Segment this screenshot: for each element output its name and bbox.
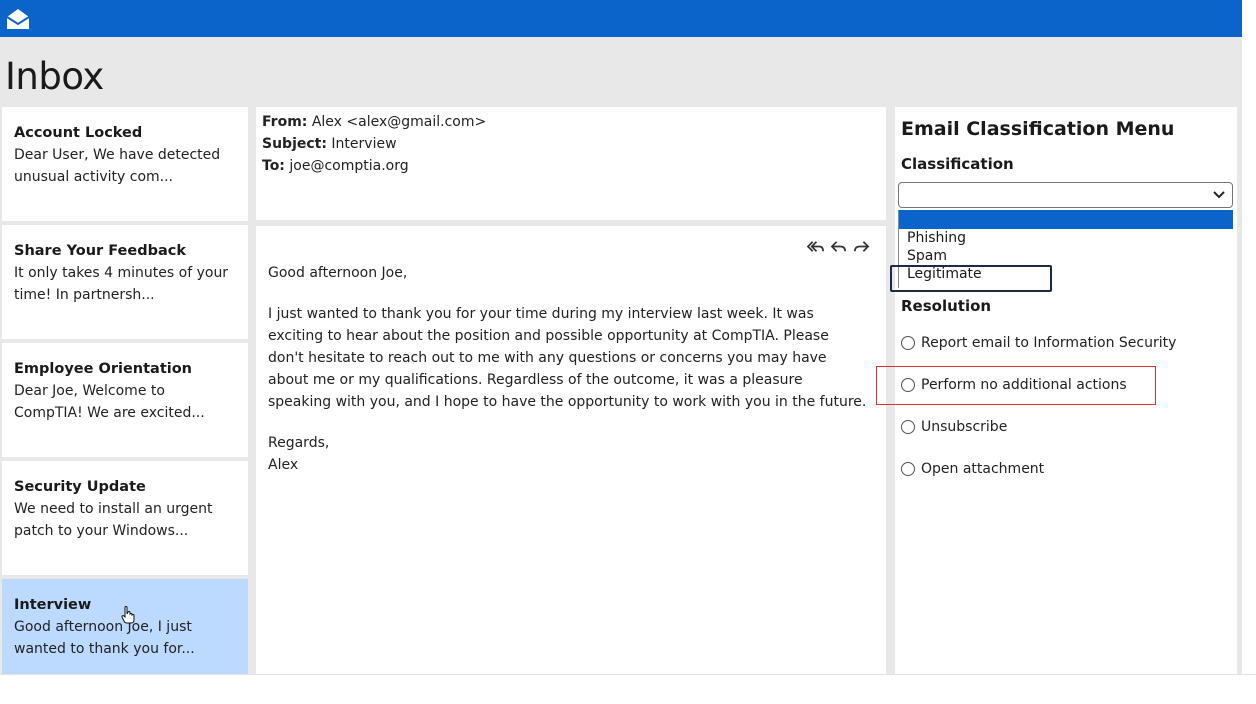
bottom-strip bbox=[0, 674, 1256, 704]
chevron-down-icon bbox=[1213, 191, 1225, 199]
email-closing: Regards, bbox=[268, 435, 330, 451]
subject-value: Interview bbox=[331, 136, 397, 152]
top-bar bbox=[0, 0, 1242, 37]
email-actions bbox=[807, 238, 870, 255]
from-value: Alex <alex@gmail.com> bbox=[311, 114, 487, 130]
email-paragraph: I just wanted to thank you for your time… bbox=[268, 306, 867, 410]
to-row: To: joe@comptia.org bbox=[262, 155, 880, 177]
email-body: Good afternoon Joe, I just wanted to tha… bbox=[256, 226, 886, 674]
page-title: Inbox bbox=[5, 55, 104, 98]
app-body: Inbox Account Locked Dear User, We have … bbox=[0, 37, 1242, 674]
inbox-item-share-feedback[interactable]: Share Your Feedback It only takes 4 minu… bbox=[2, 225, 248, 339]
email-header: From: Alex <alex@gmail.com> Subject: Int… bbox=[256, 107, 886, 220]
email-greeting: Good afternoon Joe, bbox=[268, 265, 408, 281]
inbox-item-preview: We need to install an urgent patch to yo… bbox=[14, 501, 213, 539]
from-row: From: Alex <alex@gmail.com> bbox=[262, 111, 880, 133]
option-spam[interactable]: Spam bbox=[899, 247, 1233, 265]
inbox-item-subject: Share Your Feedback bbox=[14, 243, 187, 259]
resolution-label-text: Report email to Information Security bbox=[921, 335, 1177, 351]
classification-options: Phishing Spam Legitimate bbox=[890, 210, 1233, 292]
classification-label: Classification bbox=[901, 155, 1014, 173]
resolution-label-text: Unsubscribe bbox=[921, 419, 1008, 435]
classification-select[interactable] bbox=[898, 182, 1233, 208]
subject-row: Subject: Interview bbox=[262, 133, 880, 155]
radio-button[interactable] bbox=[901, 462, 915, 476]
email-signature: Alex bbox=[268, 457, 299, 473]
resolution-highlight-box bbox=[876, 366, 1156, 405]
inbox-item-preview: It only takes 4 minutes of your time! In… bbox=[14, 265, 229, 303]
forward-icon[interactable] bbox=[853, 238, 870, 255]
option-phishing[interactable]: Phishing bbox=[899, 229, 1233, 247]
inbox-item-subject: Account Locked bbox=[14, 125, 143, 141]
radio-button[interactable] bbox=[901, 420, 915, 434]
inbox-item-account-locked[interactable]: Account Locked Dear User, We have detect… bbox=[2, 107, 248, 221]
reply-all-icon[interactable] bbox=[807, 238, 824, 255]
option-blank[interactable] bbox=[899, 210, 1233, 229]
resolution-open-attachment[interactable]: Open attachment bbox=[901, 461, 1044, 477]
window-edge bbox=[1242, 0, 1256, 674]
email-body-text: Good afternoon Joe, I just wanted to tha… bbox=[268, 262, 868, 476]
resolution-unsubscribe[interactable]: Unsubscribe bbox=[901, 419, 1007, 435]
inbox-item-subject: Security Update bbox=[14, 479, 146, 495]
subject-label: Subject: bbox=[262, 136, 327, 152]
inbox-item-subject: Employee Orientation bbox=[14, 361, 193, 377]
inbox-item-interview[interactable]: Interview Good afternoon Joe, I just wan… bbox=[2, 579, 248, 674]
inbox-item-preview: Dear Joe, Welcome to CompTIA! We are exc… bbox=[14, 383, 205, 421]
inbox-item-preview: Dear User, We have detected unusual acti… bbox=[14, 147, 221, 185]
inbox-item-employee-orientation[interactable]: Employee Orientation Dear Joe, Welcome t… bbox=[2, 343, 248, 457]
resolution-label-text: Open attachment bbox=[921, 461, 1045, 477]
menu-title: Email Classification Menu bbox=[901, 118, 1175, 140]
hand-cursor-icon bbox=[121, 606, 135, 624]
reply-icon[interactable] bbox=[830, 238, 847, 255]
radio-button[interactable] bbox=[901, 336, 915, 350]
resolution-label: Resolution bbox=[901, 297, 992, 315]
from-label: From: bbox=[262, 114, 308, 130]
envelope-open-icon[interactable] bbox=[5, 6, 31, 32]
inbox-item-security-update[interactable]: Security Update We need to install an ur… bbox=[2, 461, 248, 575]
classification-menu: Email Classification Menu Classification… bbox=[876, 107, 1237, 674]
resolution-report[interactable]: Report email to Information Security bbox=[901, 335, 1176, 351]
inbox-list: Account Locked Dear User, We have detect… bbox=[2, 107, 248, 674]
to-label: To: bbox=[262, 158, 285, 174]
legitimate-highlight-box bbox=[890, 265, 1052, 292]
to-value: joe@comptia.org bbox=[289, 158, 409, 174]
